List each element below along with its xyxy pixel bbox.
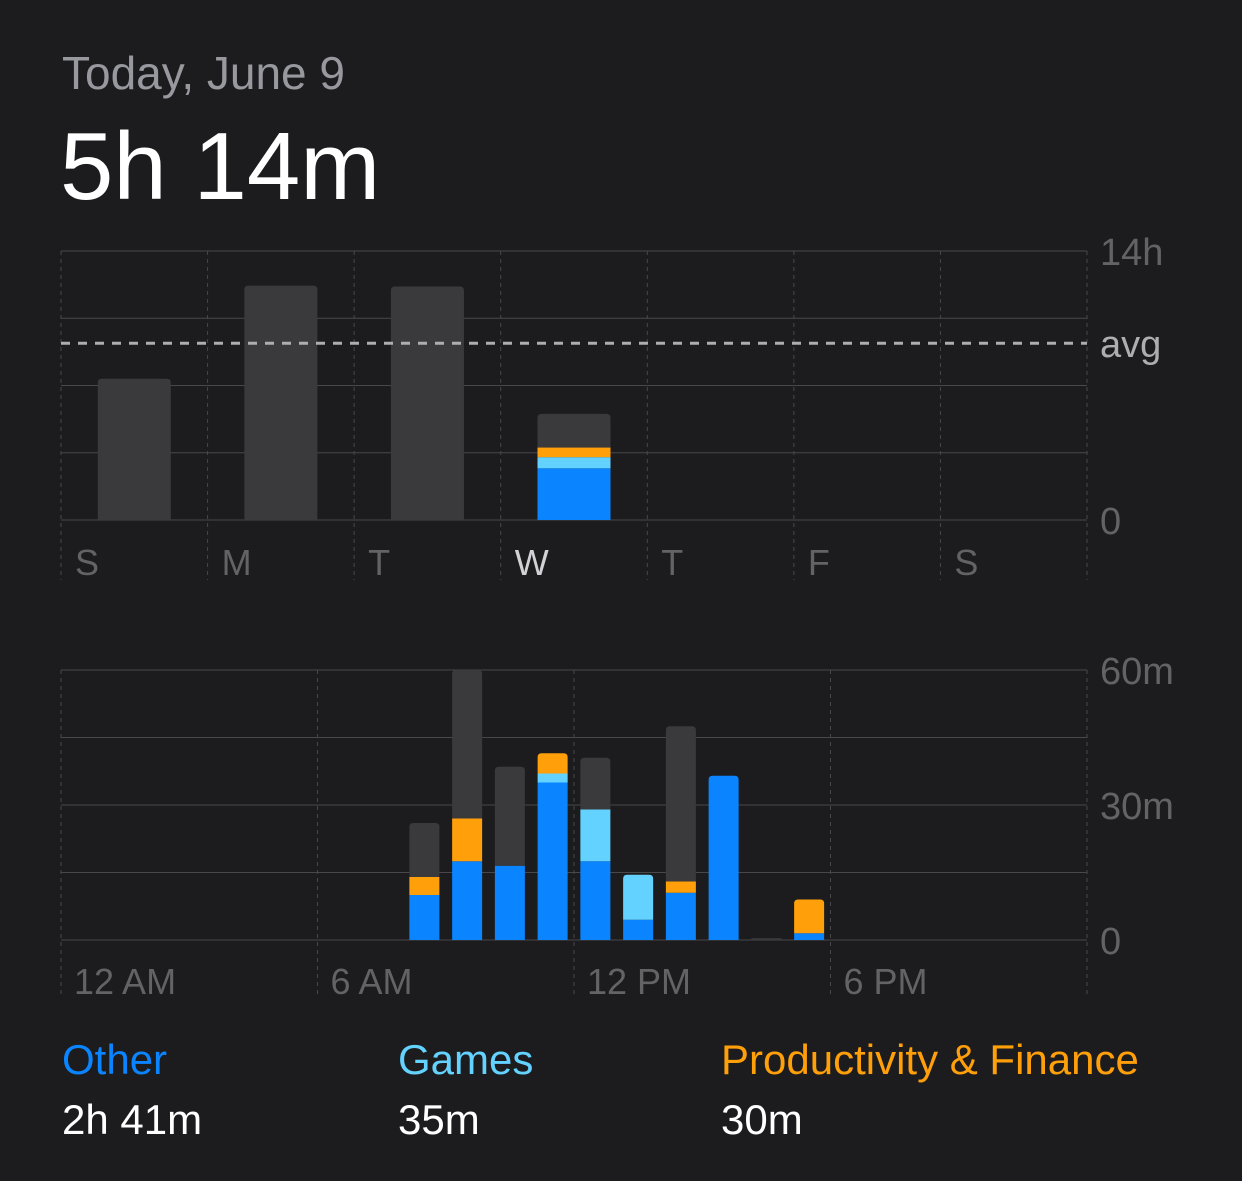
hourly-bar-productivity — [452, 818, 483, 862]
legend-games-value: 35m — [398, 1096, 480, 1143]
legend-other-label: Other — [62, 1036, 168, 1083]
hourly-bar-productivity — [665, 881, 696, 893]
hourly-bar-other — [537, 782, 568, 940]
hourly-y-tick-label: 0 — [1100, 921, 1121, 963]
hourly-bar-uncategorized — [409, 823, 440, 877]
hourly-x-tick-label: 6 PM — [844, 961, 928, 1002]
hourly-x-tick-label: 6 AM — [331, 961, 413, 1002]
hourly-bar-other — [494, 865, 525, 940]
hourly-bar-productivity — [794, 899, 825, 934]
hourly-bar-other — [623, 919, 654, 940]
hourly-x-tick-label: 12 AM — [74, 961, 176, 1002]
legend-other: Other 2h 41m — [62, 1034, 202, 1146]
hourly-usage-chart[interactable]: 60m 30m 0 12 AM 6 AM 12 PM 6 PM — [0, 0, 1242, 1020]
legend-other-value: 2h 41m — [62, 1096, 203, 1143]
legend-games: Games 35m — [398, 1034, 533, 1146]
legend-productivity-label: Productivity & Finance — [721, 1036, 1139, 1083]
hourly-bar-uncategorized — [452, 670, 483, 819]
hourly-bar-other — [665, 892, 696, 940]
hourly-bar-games — [623, 874, 654, 920]
hourly-y-tick-label: 60m — [1100, 651, 1174, 693]
hourly-bar-other — [580, 861, 611, 940]
hourly-bar-other — [409, 895, 440, 940]
hourly-bar-other — [452, 861, 483, 940]
hourly-y-tick-label: 30m — [1100, 786, 1174, 828]
hourly-bar-productivity — [537, 753, 568, 774]
legend-games-label: Games — [398, 1036, 534, 1083]
hourly-x-tick-label: 12 PM — [587, 961, 691, 1002]
hourly-bar-productivity — [409, 877, 440, 895]
hourly-bar-games — [580, 809, 611, 862]
hourly-bar-other — [708, 775, 739, 940]
hourly-bar-uncategorized — [494, 766, 525, 866]
legend-productivity: Productivity & Finance 30m — [721, 1034, 1139, 1146]
hourly-bar-games — [537, 773, 568, 783]
legend-productivity-value: 30m — [721, 1096, 803, 1143]
hourly-bar-other — [794, 933, 825, 940]
hourly-bar-uncategorized — [751, 938, 782, 940]
hourly-bar-uncategorized — [665, 726, 696, 882]
hourly-bar-uncategorized — [580, 757, 611, 810]
